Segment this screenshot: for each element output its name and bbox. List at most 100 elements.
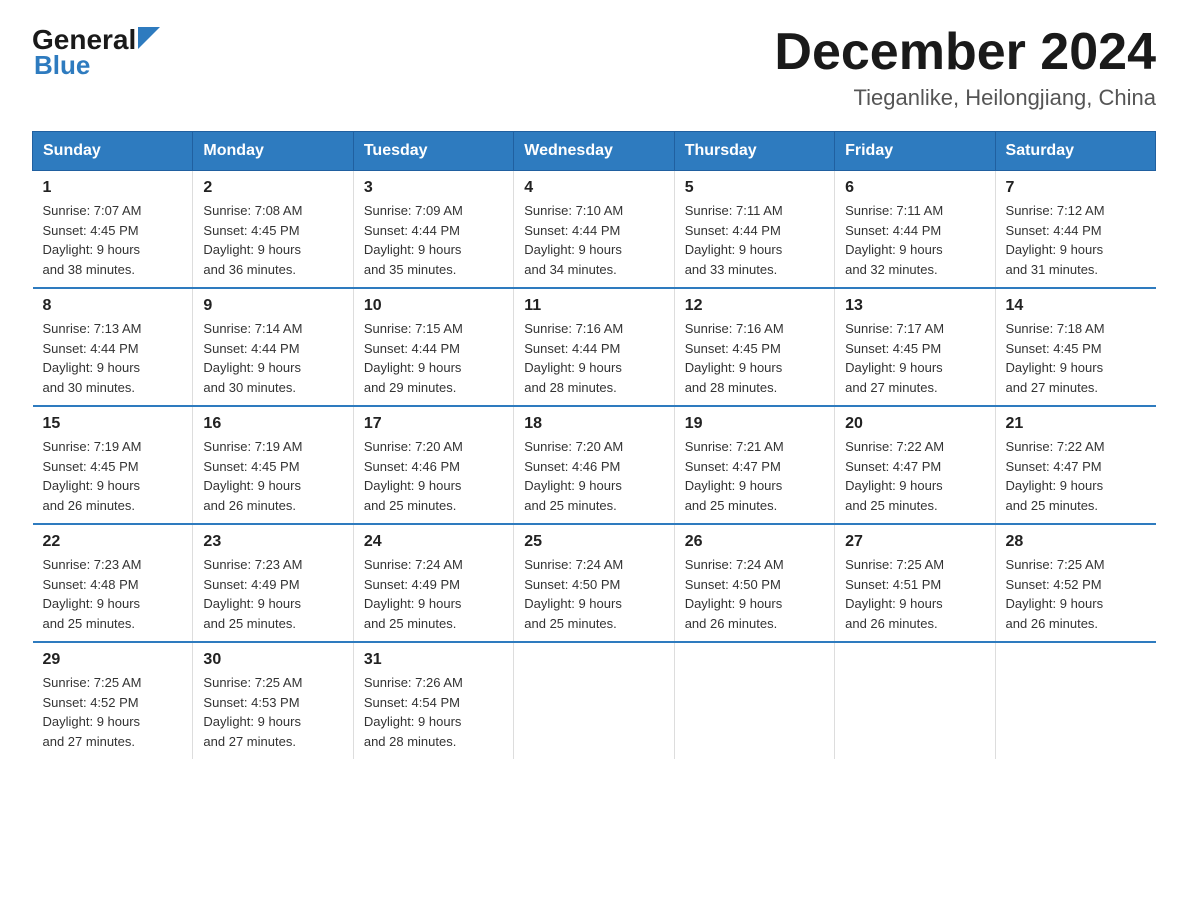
col-friday: Friday bbox=[835, 132, 995, 171]
day-info: Sunrise: 7:24 AMSunset: 4:50 PMDaylight:… bbox=[685, 555, 824, 633]
day-cell: 30 Sunrise: 7:25 AMSunset: 4:53 PMDayligh… bbox=[193, 642, 353, 759]
logo: General Blue bbox=[32, 24, 160, 81]
week-row-3: 15 Sunrise: 7:19 AMSunset: 4:45 PMDayligh… bbox=[33, 406, 1156, 524]
calendar-table: Sunday Monday Tuesday Wednesday Thursday… bbox=[32, 131, 1156, 759]
day-number: 1 bbox=[43, 179, 183, 197]
day-number: 7 bbox=[1006, 179, 1146, 197]
day-cell: 31 Sunrise: 7:26 AMSunset: 4:54 PMDayligh… bbox=[353, 642, 513, 759]
day-info: Sunrise: 7:26 AMSunset: 4:54 PMDaylight:… bbox=[364, 673, 503, 751]
day-number: 25 bbox=[524, 533, 663, 551]
day-cell: 12Sunrise: 7:16 AMSunset: 4:45 PMDayligh… bbox=[674, 288, 834, 406]
day-number: 20 bbox=[845, 415, 984, 433]
day-number: 23 bbox=[203, 533, 342, 551]
day-cell: 13 Sunrise: 7:17 AMSunset: 4:45 PMDayligh… bbox=[835, 288, 995, 406]
week-row-5: 29 Sunrise: 7:25 AMSunset: 4:52 PMDayligh… bbox=[33, 642, 1156, 759]
day-number: 4 bbox=[524, 179, 663, 197]
col-sunday: Sunday bbox=[33, 132, 193, 171]
day-number: 29 bbox=[43, 651, 183, 669]
day-number: 13 bbox=[845, 297, 984, 315]
day-info: Sunrise: 7:25 AMSunset: 4:51 PMDaylight:… bbox=[845, 555, 984, 633]
day-info: Sunrise: 7:25 AMSunset: 4:53 PMDaylight:… bbox=[203, 673, 342, 751]
day-number: 27 bbox=[845, 533, 984, 551]
day-info: Sunrise: 7:22 AMSunset: 4:47 PMDaylight:… bbox=[845, 437, 984, 515]
day-cell: 8Sunrise: 7:13 AMSunset: 4:44 PMDaylight… bbox=[33, 288, 193, 406]
day-number: 11 bbox=[524, 297, 663, 315]
day-info: Sunrise: 7:07 AMSunset: 4:45 PMDaylight:… bbox=[43, 201, 183, 279]
header-row: Sunday Monday Tuesday Wednesday Thursday… bbox=[33, 132, 1156, 171]
day-cell: 28 Sunrise: 7:25 AMSunset: 4:52 PMDayligh… bbox=[995, 524, 1155, 642]
day-number: 10 bbox=[364, 297, 503, 315]
day-cell bbox=[514, 642, 674, 759]
col-thursday: Thursday bbox=[674, 132, 834, 171]
day-info: Sunrise: 7:21 AMSunset: 4:47 PMDaylight:… bbox=[685, 437, 824, 515]
day-number: 30 bbox=[203, 651, 342, 669]
day-cell: 6 Sunrise: 7:11 AMSunset: 4:44 PMDaylight… bbox=[835, 171, 995, 289]
day-info: Sunrise: 7:25 AMSunset: 4:52 PMDaylight:… bbox=[1006, 555, 1146, 633]
day-number: 31 bbox=[364, 651, 503, 669]
col-wednesday: Wednesday bbox=[514, 132, 674, 171]
day-info: Sunrise: 7:18 AMSunset: 4:45 PMDaylight:… bbox=[1006, 319, 1146, 397]
day-info: Sunrise: 7:23 AMSunset: 4:48 PMDaylight:… bbox=[43, 555, 183, 633]
day-number: 18 bbox=[524, 415, 663, 433]
title-area: December 2024 Tieganlike, Heilongjiang, … bbox=[774, 24, 1156, 111]
col-saturday: Saturday bbox=[995, 132, 1155, 171]
day-info: Sunrise: 7:24 AMSunset: 4:50 PMDaylight:… bbox=[524, 555, 663, 633]
day-info: Sunrise: 7:15 AMSunset: 4:44 PMDaylight:… bbox=[364, 319, 503, 397]
day-info: Sunrise: 7:11 AMSunset: 4:44 PMDaylight:… bbox=[845, 201, 984, 279]
location-title: Tieganlike, Heilongjiang, China bbox=[774, 85, 1156, 111]
day-number: 9 bbox=[203, 297, 342, 315]
day-info: Sunrise: 7:13 AMSunset: 4:44 PMDaylight:… bbox=[43, 319, 183, 397]
day-cell: 16 Sunrise: 7:19 AMSunset: 4:45 PMDayligh… bbox=[193, 406, 353, 524]
day-info: Sunrise: 7:16 AMSunset: 4:45 PMDaylight:… bbox=[685, 319, 824, 397]
day-number: 15 bbox=[43, 415, 183, 433]
day-info: Sunrise: 7:20 AMSunset: 4:46 PMDaylight:… bbox=[524, 437, 663, 515]
day-cell: 11Sunrise: 7:16 AMSunset: 4:44 PMDayligh… bbox=[514, 288, 674, 406]
day-number: 28 bbox=[1006, 533, 1146, 551]
day-info: Sunrise: 7:17 AMSunset: 4:45 PMDaylight:… bbox=[845, 319, 984, 397]
day-cell bbox=[835, 642, 995, 759]
day-number: 5 bbox=[685, 179, 824, 197]
day-number: 22 bbox=[43, 533, 183, 551]
day-info: Sunrise: 7:08 AMSunset: 4:45 PMDaylight:… bbox=[203, 201, 342, 279]
day-number: 6 bbox=[845, 179, 984, 197]
day-number: 3 bbox=[364, 179, 503, 197]
day-cell: 5 Sunrise: 7:11 AMSunset: 4:44 PMDaylight… bbox=[674, 171, 834, 289]
week-row-2: 8Sunrise: 7:13 AMSunset: 4:44 PMDaylight… bbox=[33, 288, 1156, 406]
day-info: Sunrise: 7:19 AMSunset: 4:45 PMDaylight:… bbox=[43, 437, 183, 515]
day-info: Sunrise: 7:11 AMSunset: 4:44 PMDaylight:… bbox=[685, 201, 824, 279]
day-number: 16 bbox=[203, 415, 342, 433]
day-cell: 2Sunrise: 7:08 AMSunset: 4:45 PMDaylight… bbox=[193, 171, 353, 289]
day-cell: 24Sunrise: 7:24 AMSunset: 4:49 PMDayligh… bbox=[353, 524, 513, 642]
day-info: Sunrise: 7:19 AMSunset: 4:45 PMDaylight:… bbox=[203, 437, 342, 515]
calendar-body: 1 Sunrise: 7:07 AMSunset: 4:45 PMDaylight… bbox=[33, 171, 1156, 760]
day-cell: 9 Sunrise: 7:14 AMSunset: 4:44 PMDaylight… bbox=[193, 288, 353, 406]
day-cell: 27 Sunrise: 7:25 AMSunset: 4:51 PMDayligh… bbox=[835, 524, 995, 642]
day-cell: 10 Sunrise: 7:15 AMSunset: 4:44 PMDayligh… bbox=[353, 288, 513, 406]
day-cell: 17Sunrise: 7:20 AMSunset: 4:46 PMDayligh… bbox=[353, 406, 513, 524]
day-cell: 20 Sunrise: 7:22 AMSunset: 4:47 PMDayligh… bbox=[835, 406, 995, 524]
day-number: 26 bbox=[685, 533, 824, 551]
day-cell bbox=[674, 642, 834, 759]
day-cell: 21Sunrise: 7:22 AMSunset: 4:47 PMDayligh… bbox=[995, 406, 1155, 524]
day-cell: 18 Sunrise: 7:20 AMSunset: 4:46 PMDayligh… bbox=[514, 406, 674, 524]
day-info: Sunrise: 7:09 AMSunset: 4:44 PMDaylight:… bbox=[364, 201, 503, 279]
month-title: December 2024 bbox=[774, 24, 1156, 81]
day-cell: 4Sunrise: 7:10 AMSunset: 4:44 PMDaylight… bbox=[514, 171, 674, 289]
col-tuesday: Tuesday bbox=[353, 132, 513, 171]
day-cell: 19 Sunrise: 7:21 AMSunset: 4:47 PMDayligh… bbox=[674, 406, 834, 524]
col-monday: Monday bbox=[193, 132, 353, 171]
day-number: 19 bbox=[685, 415, 824, 433]
day-cell: 26 Sunrise: 7:24 AMSunset: 4:50 PMDayligh… bbox=[674, 524, 834, 642]
day-info: Sunrise: 7:14 AMSunset: 4:44 PMDaylight:… bbox=[203, 319, 342, 397]
calendar-header: Sunday Monday Tuesday Wednesday Thursday… bbox=[33, 132, 1156, 171]
day-info: Sunrise: 7:12 AMSunset: 4:44 PMDaylight:… bbox=[1006, 201, 1146, 279]
day-info: Sunrise: 7:20 AMSunset: 4:46 PMDaylight:… bbox=[364, 437, 503, 515]
day-info: Sunrise: 7:22 AMSunset: 4:47 PMDaylight:… bbox=[1006, 437, 1146, 515]
logo-triangle-icon bbox=[138, 27, 160, 49]
day-cell: 3 Sunrise: 7:09 AMSunset: 4:44 PMDaylight… bbox=[353, 171, 513, 289]
day-cell bbox=[995, 642, 1155, 759]
day-info: Sunrise: 7:24 AMSunset: 4:49 PMDaylight:… bbox=[364, 555, 503, 633]
day-info: Sunrise: 7:25 AMSunset: 4:52 PMDaylight:… bbox=[43, 673, 183, 751]
day-cell: 15 Sunrise: 7:19 AMSunset: 4:45 PMDayligh… bbox=[33, 406, 193, 524]
day-cell: 25 Sunrise: 7:24 AMSunset: 4:50 PMDayligh… bbox=[514, 524, 674, 642]
